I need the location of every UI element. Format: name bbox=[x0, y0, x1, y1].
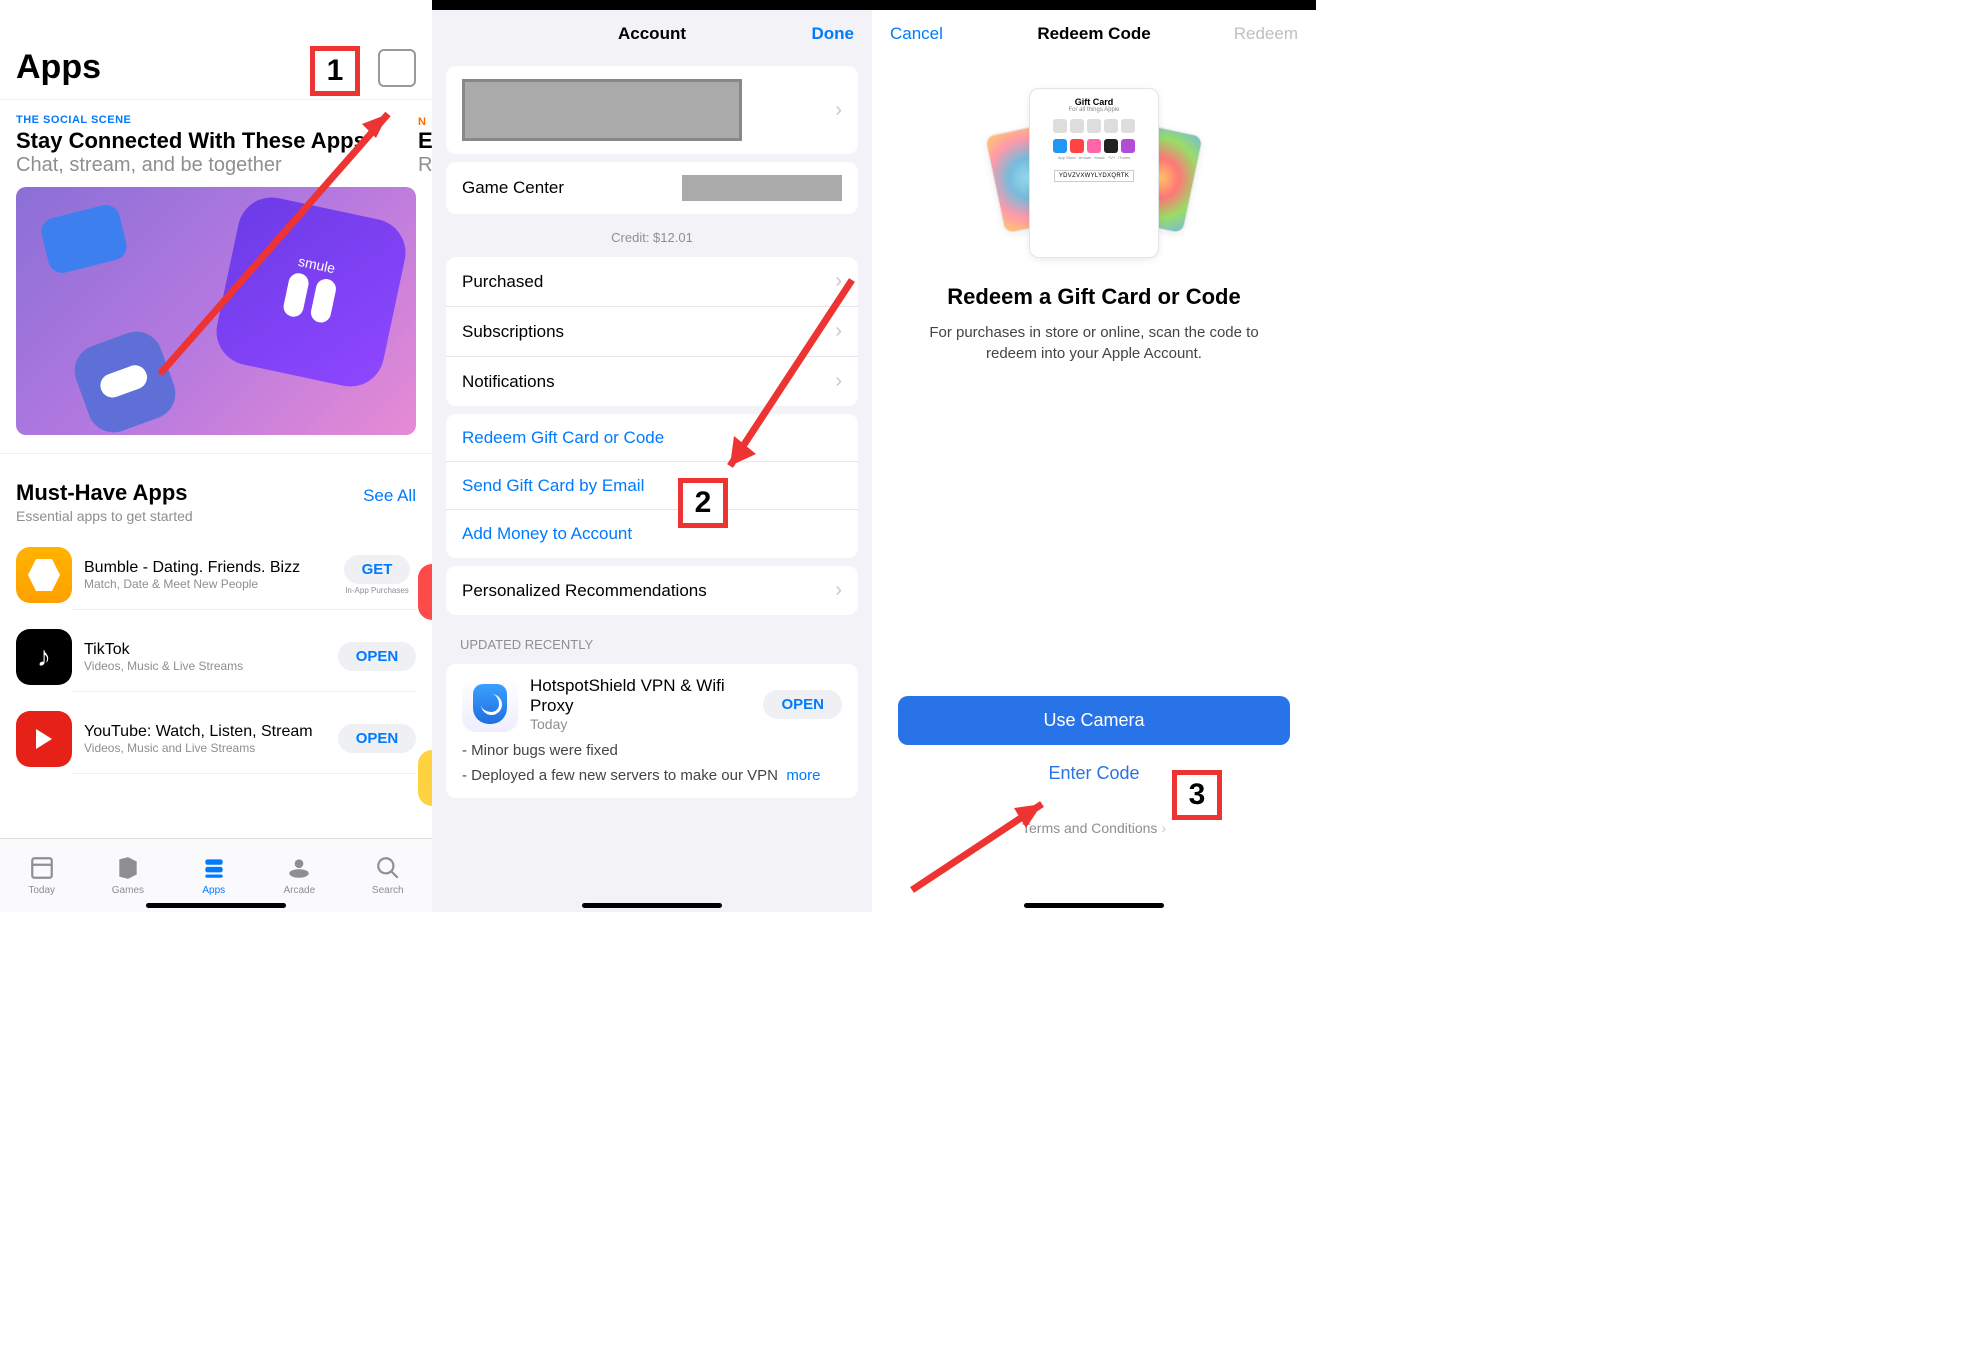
redeem-heading: Redeem a Gift Card or Code bbox=[872, 284, 1316, 310]
apple-id-cell[interactable]: › bbox=[446, 66, 858, 154]
tab-today[interactable]: Today bbox=[28, 855, 55, 896]
redacted-nickname bbox=[682, 175, 842, 201]
apps-tab-screen: Apps 1 THE SOCIAL SCENE Stay Connected W… bbox=[0, 0, 432, 912]
app-row-peek bbox=[418, 750, 432, 806]
modal-title: Redeem Code bbox=[1037, 24, 1150, 44]
app-row-peek bbox=[418, 564, 432, 620]
next-featured-peek: N E R bbox=[418, 116, 432, 177]
home-indicator[interactable] bbox=[146, 903, 286, 908]
credit-balance: Credit: $12.01 bbox=[432, 222, 872, 249]
page-title: Apps bbox=[16, 48, 101, 87]
step-marker-3: 3 bbox=[1172, 770, 1222, 820]
personalized-recs-cell[interactable]: Personalized Recommendations› bbox=[446, 566, 858, 615]
section-title-must-have: Must-Have Apps bbox=[16, 480, 188, 506]
changelog-line: - Minor bugs were fixed bbox=[446, 738, 858, 763]
tab-games[interactable]: Games bbox=[112, 855, 144, 896]
changelog-line: - Deployed a few new servers to make our… bbox=[446, 763, 858, 788]
home-indicator[interactable] bbox=[582, 903, 722, 908]
section-subtitle: Essential apps to get started bbox=[0, 506, 432, 534]
see-all-link[interactable]: See All bbox=[363, 486, 416, 506]
open-button[interactable]: OPEN bbox=[338, 724, 417, 753]
app-row-tiktok[interactable]: ♪ TikTok Videos, Music & Live Streams OP… bbox=[0, 616, 432, 698]
done-button[interactable]: Done bbox=[812, 24, 855, 44]
open-button[interactable]: OPEN bbox=[763, 690, 842, 719]
modal-title: Account bbox=[618, 24, 686, 44]
redacted-apple-id bbox=[462, 79, 742, 141]
account-avatar-button[interactable] bbox=[378, 49, 416, 87]
bottom-tab-bar: Today Games Apps Arcade Search bbox=[0, 838, 432, 912]
updated-recently-header: UPDATED RECENTLY bbox=[432, 623, 872, 656]
redeem-code-screen: Cancel Redeem Code Redeem Gift Card For … bbox=[872, 0, 1316, 912]
account-modal-screen: Account Done › Game Center Credit: $12.0… bbox=[432, 0, 872, 912]
youtube-icon bbox=[16, 711, 72, 767]
chevron-right-icon: › bbox=[835, 579, 842, 602]
more-link[interactable]: more bbox=[786, 767, 820, 784]
chevron-right-icon: › bbox=[1161, 820, 1166, 836]
redeem-description: For purchases in store or online, scan t… bbox=[872, 310, 1316, 376]
update-row-hotspotshield[interactable]: HotspotShield VPN & Wifi Proxy Today OPE… bbox=[446, 664, 858, 738]
cancel-button[interactable]: Cancel bbox=[890, 24, 943, 44]
app-row-youtube[interactable]: YouTube: Watch, Listen, Stream Videos, M… bbox=[0, 698, 432, 780]
step-marker-2: 2 bbox=[678, 478, 728, 528]
tab-apps[interactable]: Apps bbox=[201, 855, 227, 896]
use-camera-button[interactable]: Use Camera bbox=[898, 696, 1290, 745]
hotspotshield-icon bbox=[462, 676, 518, 732]
home-indicator[interactable] bbox=[1024, 903, 1164, 908]
step-marker-1: 1 bbox=[310, 46, 360, 96]
tiktok-icon: ♪ bbox=[16, 629, 72, 685]
gift-card-illustration: Gift Card For all things Apple App Store… bbox=[994, 88, 1194, 258]
bumble-icon bbox=[16, 547, 72, 603]
add-money-cell[interactable]: Add Money to Account bbox=[446, 510, 858, 558]
chevron-right-icon: › bbox=[835, 99, 842, 122]
redeem-button-disabled: Redeem bbox=[1234, 24, 1298, 44]
sample-code: YDVZVXWYLYDXQRTK bbox=[1054, 170, 1134, 182]
zoom-app-icon bbox=[38, 202, 129, 276]
tab-search[interactable]: Search bbox=[372, 855, 404, 896]
tab-arcade[interactable]: Arcade bbox=[283, 855, 315, 896]
game-center-cell[interactable]: Game Center bbox=[446, 162, 858, 214]
get-button[interactable]: GET bbox=[344, 555, 411, 584]
app-row-bumble[interactable]: Bumble - Dating. Friends. Bizz Match, Da… bbox=[0, 534, 432, 616]
open-button[interactable]: OPEN bbox=[338, 642, 417, 671]
